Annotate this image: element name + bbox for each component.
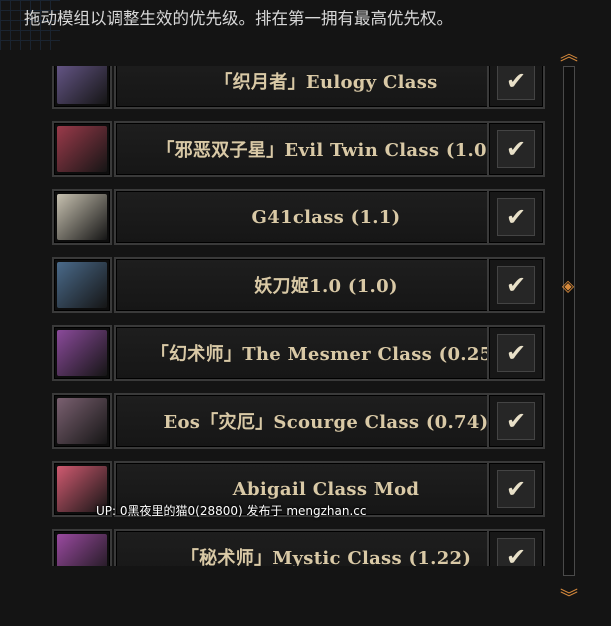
mod-row[interactable]: G41class (1.1) ✔ <box>50 188 550 246</box>
mod-thumbnail-frame <box>52 121 112 177</box>
instruction-text: 拖动模组以调整生效的优先级。排在第一拥有最高优先权。 <box>24 9 453 28</box>
mod-name-frame[interactable]: 「织月者」Eulogy Class <box>114 66 538 109</box>
scroll-down-button[interactable]: ︾ <box>556 588 582 610</box>
check-icon: ✔ <box>505 543 527 566</box>
mod-name-frame[interactable]: 妖刀姬1.0 (1.0) <box>114 257 538 313</box>
mod-name: Eos「灾厄」Scourge Class (0.74) <box>163 412 489 433</box>
mod-list: 「织月者」Eulogy Class ✔ 「邪恶双子星」Evil Twin Cla… <box>50 66 550 566</box>
mod-row[interactable]: 「秘术师」Mystic Class (1.22) ✔ <box>50 528 550 566</box>
mod-thumbnail-frame <box>52 325 112 381</box>
mod-name-frame[interactable]: 「幻术师」The Mesmer Class (0.25) <box>114 325 538 381</box>
mod-thumbnail-frame <box>52 529 112 566</box>
mod-name: 「幻术师」The Mesmer Class (0.25) <box>150 344 502 365</box>
mod-row[interactable]: 「织月者」Eulogy Class ✔ <box>50 66 550 110</box>
scroll-thumb[interactable]: ◈ <box>559 277 577 295</box>
mod-enabled-toggle[interactable]: ✔ <box>487 189 545 245</box>
mod-thumbnail-frame <box>52 66 112 109</box>
mod-name-frame[interactable]: 「秘术师」Mystic Class (1.22) <box>114 529 538 566</box>
check-icon: ✔ <box>505 475 527 503</box>
check-icon: ✔ <box>505 203 527 231</box>
mod-thumbnail <box>57 194 107 240</box>
mod-name: G41class (1.1) <box>251 206 401 228</box>
mod-row[interactable]: 「幻术师」The Mesmer Class (0.25) ✔ <box>50 324 550 382</box>
mod-name: Abigail Class Mod <box>232 478 420 500</box>
mod-name-frame[interactable]: G41class (1.1) <box>114 189 538 245</box>
mod-enabled-toggle[interactable]: ✔ <box>487 529 545 566</box>
mod-enabled-toggle[interactable]: ✔ <box>487 257 545 313</box>
check-icon: ✔ <box>505 271 527 299</box>
watermark-text: UP: 0黑夜里的猫0(28800) 发布于 mengzhan.cc <box>96 504 367 518</box>
mod-thumbnail <box>57 330 107 376</box>
check-icon: ✔ <box>505 135 527 163</box>
mod-thumbnail-frame <box>52 189 112 245</box>
mod-name-frame[interactable]: Eos「灾厄」Scourge Class (0.74) <box>114 393 538 449</box>
checkbox[interactable]: ✔ <box>497 198 535 236</box>
scroll-up-button[interactable]: ︽ <box>556 44 582 66</box>
mod-thumbnail-frame <box>52 257 112 313</box>
mod-list-viewport[interactable]: 「织月者」Eulogy Class ✔ 「邪恶双子星」Evil Twin Cla… <box>50 66 550 566</box>
mod-enabled-toggle[interactable]: ✔ <box>487 461 545 517</box>
list-bottom-fade <box>0 566 611 626</box>
checkbox[interactable]: ✔ <box>497 66 535 100</box>
mod-thumbnail <box>57 66 107 104</box>
scrollbar-track[interactable]: ◈ <box>562 66 575 576</box>
mod-thumbnail-frame <box>52 393 112 449</box>
mod-thumbnail <box>57 534 107 566</box>
mod-thumbnail <box>57 262 107 308</box>
mod-name: 妖刀姬1.0 (1.0) <box>254 276 398 297</box>
mod-thumbnail <box>57 126 107 172</box>
mod-name-frame[interactable]: 「邪恶双子星」Evil Twin Class (1.0) <box>114 121 538 177</box>
check-icon: ✔ <box>505 339 527 367</box>
mod-row[interactable]: Eos「灾厄」Scourge Class (0.74) ✔ <box>50 392 550 450</box>
mod-row[interactable]: 「邪恶双子星」Evil Twin Class (1.0) ✔ <box>50 120 550 178</box>
checkbox[interactable]: ✔ <box>497 470 535 508</box>
checkbox[interactable]: ✔ <box>497 334 535 372</box>
mod-enabled-toggle[interactable]: ✔ <box>487 66 545 109</box>
checkbox[interactable]: ✔ <box>497 130 535 168</box>
checkbox[interactable]: ✔ <box>497 266 535 304</box>
mod-name: 「织月者」Eulogy Class <box>214 72 438 93</box>
mod-row[interactable]: 妖刀姬1.0 (1.0) ✔ <box>50 256 550 314</box>
checkbox[interactable]: ✔ <box>497 402 535 440</box>
checkbox[interactable]: ✔ <box>497 538 535 566</box>
check-icon: ✔ <box>505 67 527 95</box>
mod-name: 「邪恶双子星」Evil Twin Class (1.0) <box>156 140 496 161</box>
mod-enabled-toggle[interactable]: ✔ <box>487 121 545 177</box>
mod-enabled-toggle[interactable]: ✔ <box>487 325 545 381</box>
mod-enabled-toggle[interactable]: ✔ <box>487 393 545 449</box>
mod-thumbnail <box>57 398 107 444</box>
mod-name: 「秘术师」Mystic Class (1.22) <box>180 548 472 566</box>
check-icon: ✔ <box>505 407 527 435</box>
